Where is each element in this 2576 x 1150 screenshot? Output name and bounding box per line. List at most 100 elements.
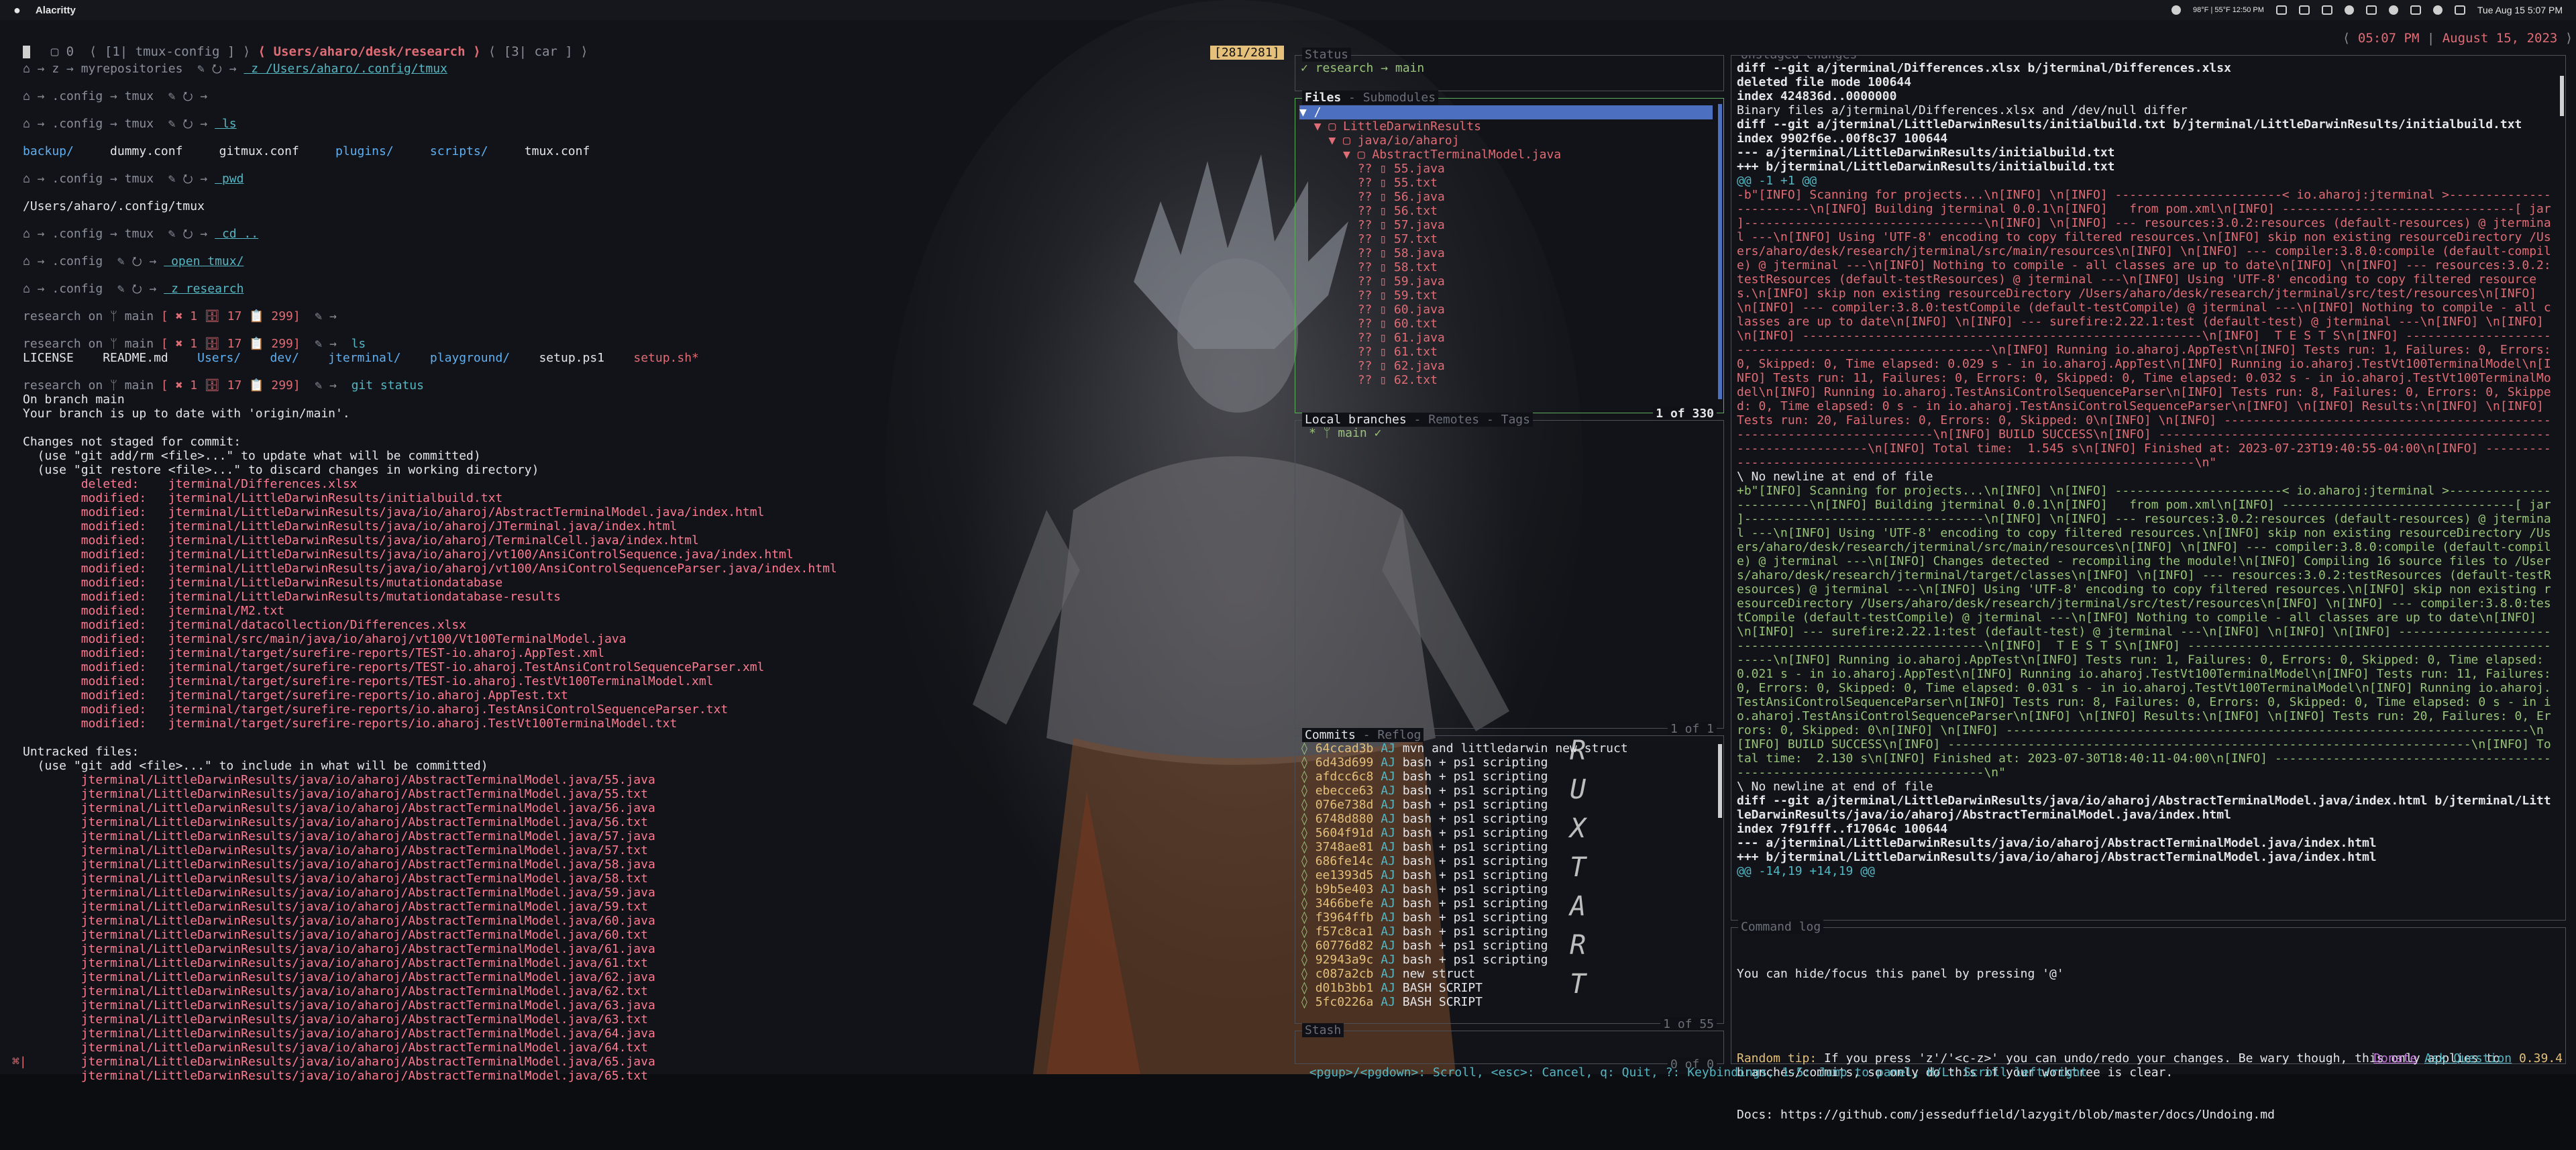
cpu-icon[interactable]	[2298, 5, 2310, 15]
commits-list[interactable]: ◊ 64ccad3b AJ mvn and littledarwin new s…	[1301, 741, 1628, 1009]
control-center-icon[interactable]	[2432, 5, 2443, 15]
commits-tab[interactable]: Commits	[1305, 728, 1356, 742]
file-tree-row[interactable]: ▼ ▢ AbstractTerminalModel.java	[1299, 148, 1713, 162]
commit-author: AJ	[1373, 741, 1403, 755]
file-tree-row[interactable]: ?? ▯ 55.txt	[1299, 176, 1713, 190]
commits-panel[interactable]: Commits - Reflog ◊ 64ccad3b AJ mvn and l…	[1295, 728, 1724, 1031]
reflog-tab[interactable]: Reflog	[1377, 728, 1421, 742]
commit-row[interactable]: ◊ 076e738d AJ bash + ps1 scripting	[1301, 798, 1628, 812]
file-tree-row[interactable]: ?? ▯ 61.txt	[1299, 345, 1713, 359]
commit-message: bash + ps1 scripting	[1402, 953, 1548, 967]
apple-icon[interactable]: ●	[13, 3, 21, 17]
donate-link[interactable]: Donate	[2373, 1051, 2417, 1065]
commits-scrollbar[interactable]	[1718, 744, 1722, 818]
branch-row-main[interactable]: * ᛘ main ✓	[1309, 426, 1381, 440]
tmux-time: 05:07 PM	[2357, 31, 2420, 46]
file-tree-row[interactable]: ?? ▯ 57.txt	[1299, 232, 1713, 246]
file-tree-row[interactable]: ?? ▯ 60.txt	[1299, 317, 1713, 331]
untracked-path: jterminal/LittleDarwinResults/java/io/ah…	[23, 1055, 655, 1069]
stash-title[interactable]: Stash	[1302, 1023, 1344, 1037]
prompt-dir: .config	[52, 282, 103, 296]
search-icon[interactable]	[2454, 5, 2465, 15]
file-tree-row[interactable]: ?? ▯ 55.java	[1299, 162, 1713, 176]
tmux-session[interactable]: 0	[66, 44, 74, 59]
commit-row[interactable]: ◊ 6748d880 AJ bash + ps1 scripting	[1301, 812, 1628, 826]
commit-hash: ee1393d5	[1315, 868, 1374, 882]
weather-widget[interactable]: 98°F | 55°F 12:50 PM	[2193, 6, 2264, 14]
commit-row[interactable]: ◊ 6d43d699 AJ bash + ps1 scripting	[1301, 755, 1628, 770]
terminal-pane[interactable]: ▢ 0 ⟨ [1| tmux-config ] ⟩ ⟨ Users/aharo/…	[0, 20, 1284, 1083]
remotes-tab[interactable]: Remotes	[1428, 413, 1479, 427]
diff-scrollbar[interactable]	[2560, 76, 2564, 116]
app-name[interactable]: Alacritty	[36, 5, 76, 16]
files-scrollbar[interactable]	[1718, 104, 1722, 399]
commit-row[interactable]: ◊ f3964ffb AJ bash + ps1 scripting	[1301, 910, 1628, 925]
typed-command: open tmux/	[164, 254, 244, 268]
file-tree-row[interactable]: ▼ ▢ java/io/aharoj	[1299, 134, 1713, 148]
menubar-clock[interactable]: Tue Aug 15 5:07 PM	[2477, 5, 2563, 15]
commit-hash: d01b3bb1	[1315, 981, 1374, 995]
branches-panel[interactable]: Local branches - Remotes - Tags * ᛘ main…	[1295, 413, 1724, 736]
commit-row[interactable]: ◊ b9b5e403 AJ bash + ps1 scripting	[1301, 882, 1628, 896]
ask-question-link[interactable]: Ask Question	[2424, 1051, 2512, 1065]
files-tab[interactable]: Files	[1305, 91, 1341, 105]
ls-entry: scripts/	[429, 144, 525, 158]
changed-file: modified: jterminal/LittleDarwinResults/…	[23, 533, 699, 547]
prompt-dir: .config	[52, 89, 103, 103]
terminal-prompt-icon: ⌘|	[12, 1055, 27, 1069]
commit-row[interactable]: ◊ 60776d82 AJ bash + ps1 scripting	[1301, 939, 1628, 953]
commit-row[interactable]: ◊ 64ccad3b AJ mvn and littledarwin new s…	[1301, 741, 1628, 755]
commit-row[interactable]: ◊ c087a2cb AJ new struct	[1301, 967, 1628, 981]
commit-row[interactable]: ◊ 3748ae81 AJ bash + ps1 scripting	[1301, 840, 1628, 854]
file-tree-row[interactable]: ?? ▯ 59.java	[1299, 274, 1713, 289]
status-panel[interactable]: Status ✓ research → main	[1295, 48, 1724, 91]
battery-icon[interactable]	[2275, 5, 2287, 15]
files-panel[interactable]: Files - Submodules ▼ / ▼ ▢ LittleDarwinR…	[1295, 91, 1724, 421]
commit-row[interactable]: ◊ afdcc6c8 AJ bash + ps1 scripting	[1301, 770, 1628, 784]
file-tree-row[interactable]: ?? ▯ 59.txt	[1299, 289, 1713, 303]
tmux-window-3[interactable]: [3| car ]	[504, 44, 573, 59]
change-kind: modified:	[23, 519, 168, 533]
commit-row[interactable]: ◊ 5604f91d AJ bash + ps1 scripting	[1301, 826, 1628, 840]
commit-row[interactable]: ◊ ee1393d5 AJ bash + ps1 scripting	[1301, 868, 1628, 882]
diff-line: +++ b/jterminal/LittleDarwinResults/init…	[1737, 160, 2115, 174]
file-tree-row[interactable]: ▼ /	[1299, 105, 1713, 119]
file-tree-row[interactable]: ?? ▯ 56.txt	[1299, 204, 1713, 218]
prompt-line: ⌂ → .config → tmux ✎ ⭮ →	[23, 89, 215, 103]
commit-row[interactable]: ◊ f57c8ca1 AJ bash + ps1 scripting	[1301, 925, 1628, 939]
display-icon[interactable]	[2365, 5, 2377, 15]
diff-content[interactable]: diff --git a/jterminal/Differences.xlsx …	[1737, 61, 2555, 878]
commit-row[interactable]: ◊ 92943a9c AJ bash + ps1 scripting	[1301, 953, 1628, 967]
untracked-path: jterminal/LittleDarwinResults/java/io/ah…	[23, 886, 655, 900]
local-branches-tab[interactable]: Local branches	[1305, 413, 1407, 427]
submodules-tab[interactable]: Submodules	[1363, 91, 1436, 105]
file-tree-row[interactable]: ?? ▯ 62.txt	[1299, 373, 1713, 387]
docs-link[interactable]: Docs: https://github.com/jesseduffield/l…	[1737, 1108, 2559, 1122]
tmux-window-1[interactable]: [1| tmux-config ]	[105, 44, 235, 59]
lazygit-pane[interactable]: Status ✓ research → main Files - Submodu…	[1285, 20, 2576, 1122]
file-tree-row[interactable]: ?? ▯ 57.java	[1299, 218, 1713, 232]
file-tree-row[interactable]: ▼ ▢ LittleDarwinResults	[1299, 119, 1713, 134]
file-tree-row[interactable]: ?? ▯ 62.java	[1299, 359, 1713, 373]
file-tree-row[interactable]: ?? ▯ 58.txt	[1299, 260, 1713, 274]
tmux-window-2[interactable]: Users/aharo/desk/research	[274, 44, 466, 59]
tags-tab[interactable]: Tags	[1501, 413, 1530, 427]
file-tree-row[interactable]: ?? ▯ 60.java	[1299, 303, 1713, 317]
music-icon[interactable]	[2344, 5, 2354, 15]
file-tree-row[interactable]: ?? ▯ 56.java	[1299, 190, 1713, 204]
bluetooth-icon[interactable]	[2388, 5, 2398, 15]
change-path: jterminal/target/surefire-reports/io.aha…	[168, 702, 729, 717]
commit-row[interactable]: ◊ 686fe14c AJ bash + ps1 scripting	[1301, 854, 1628, 868]
command-log-panel[interactable]: Command log You can hide/focus this pane…	[1731, 920, 2566, 1122]
commit-row[interactable]: ◊ 3466befe AJ bash + ps1 scripting	[1301, 896, 1628, 910]
files-tree[interactable]: ▼ / ▼ ▢ LittleDarwinResults ▼ ▢ java/io/…	[1299, 105, 1713, 387]
commit-row[interactable]: ◊ d01b3bb1 AJ BASH SCRIPT	[1301, 981, 1628, 995]
status-dot-icon[interactable]	[2171, 5, 2182, 15]
commit-row[interactable]: ◊ 5fc0226a AJ BASH SCRIPT	[1301, 995, 1628, 1009]
window-icon[interactable]	[2321, 5, 2332, 15]
wifi-icon[interactable]	[2410, 5, 2421, 15]
commit-row[interactable]: ◊ ebecce63 AJ bash + ps1 scripting	[1301, 784, 1628, 798]
file-tree-row[interactable]: ?? ▯ 61.java	[1299, 331, 1713, 345]
diff-panel[interactable]: Unstaged changes diff --git a/jterminal/…	[1731, 55, 2566, 921]
file-tree-row[interactable]: ?? ▯ 58.java	[1299, 246, 1713, 260]
